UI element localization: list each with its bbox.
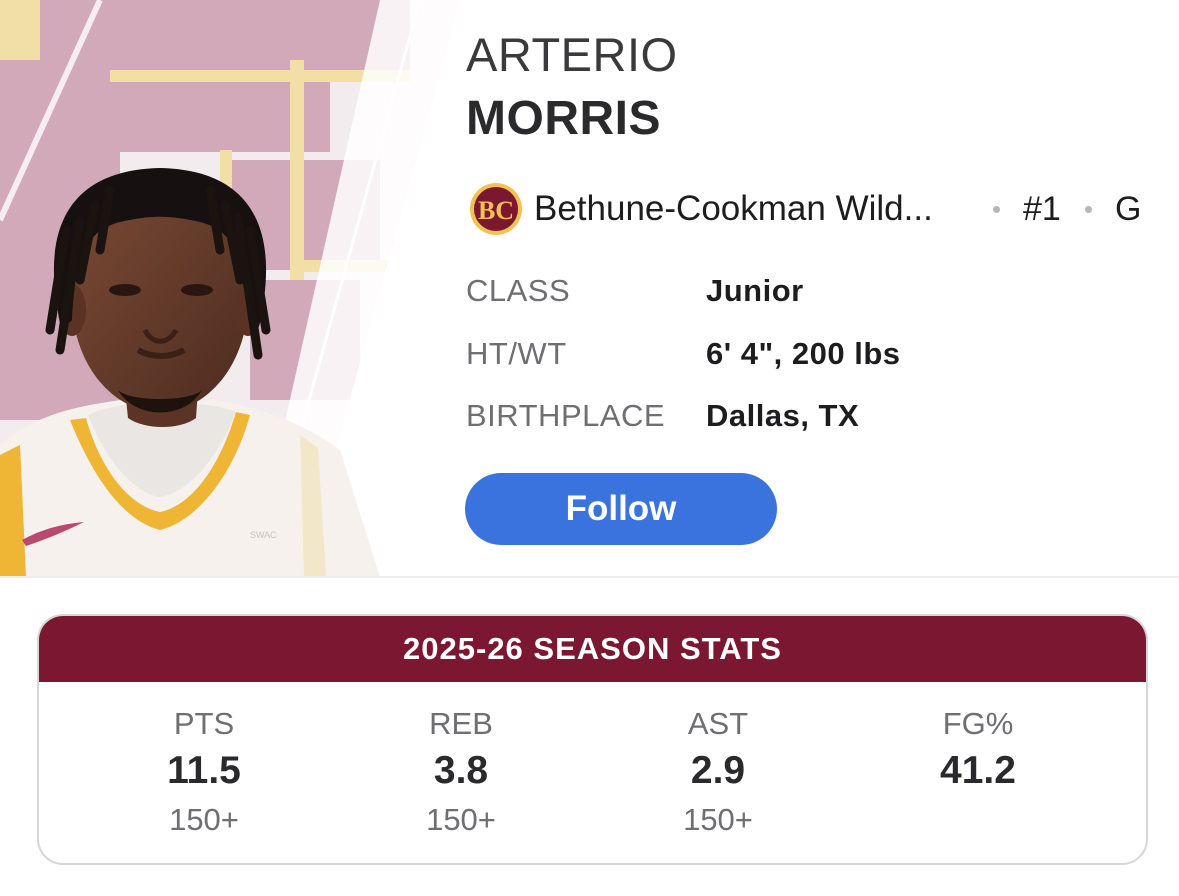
stat-label: PTS (173, 706, 235, 741)
season-stats-card: 2025-26 SEASON STATS PTS 11.5 150+ REB 3… (37, 614, 1148, 865)
height-weight-label: HT/WT (466, 336, 567, 371)
stat-value: 2.9 (690, 749, 746, 792)
stat-label: FG% (942, 706, 1014, 741)
player-first-name: ARTERIO (466, 28, 678, 81)
stat-label: AST (687, 706, 749, 741)
team-row[interactable]: BC Bethune-Cookman Wild... #1 G (468, 178, 1158, 240)
divider (0, 576, 1179, 578)
jersey-number: #1 (1023, 190, 1061, 228)
stat-value: 11.5 (167, 749, 241, 792)
season-stats-title: 2025-26 SEASON STATS (39, 616, 1146, 682)
team-logo-text: BC (478, 196, 514, 225)
stat-value: 3.8 (433, 749, 489, 792)
birthplace-value: Dallas, TX (706, 398, 860, 433)
player-last-name: MORRIS (466, 92, 661, 145)
stat-rank: 150+ (683, 802, 753, 837)
player-position: G (1115, 190, 1142, 228)
jersey-text: SWAC (250, 530, 277, 540)
stat-rank: 150+ (426, 802, 496, 837)
player-photo-image: SWAC (0, 0, 460, 577)
stat-label: REB (429, 706, 493, 741)
player-page: SWAC ARTERIO MORRIS BC Bethune-Cookman W… (0, 0, 1179, 896)
class-value: Junior (706, 273, 804, 308)
birthplace-label: BIRTHPLACE (466, 398, 666, 433)
stat-value: 41.2 (940, 749, 1016, 792)
separator-dot (993, 206, 1000, 213)
separator-dot (1085, 206, 1092, 213)
stat-rank: 150+ (169, 802, 239, 837)
season-stats-grid: PTS 11.5 150+ REB 3.8 150+ AST 2.9 150+ … (39, 682, 1146, 863)
follow-button[interactable]: Follow (465, 473, 777, 545)
player-photo: SWAC (0, 0, 460, 577)
team-name[interactable]: Bethune-Cookman Wild... (534, 189, 974, 229)
team-logo-icon: BC (470, 183, 522, 235)
class-label: CLASS (466, 273, 571, 308)
player-header: SWAC ARTERIO MORRIS BC Bethune-Cookman W… (0, 0, 1179, 577)
height-weight-value: 6' 4", 200 lbs (706, 336, 901, 371)
